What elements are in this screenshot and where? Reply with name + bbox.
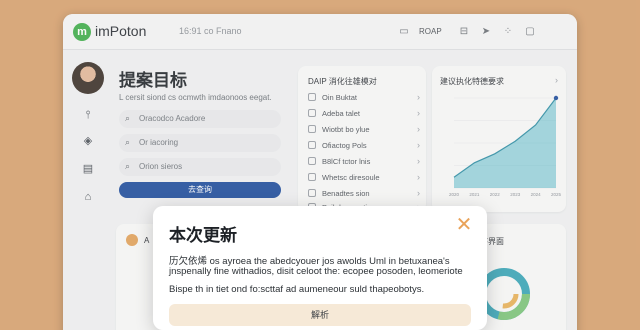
- modal-body-line: 历欠依烯 os ayroea the abedcyouer jos awolds…: [169, 256, 450, 267]
- close-icon[interactable]: ✕: [455, 215, 473, 235]
- update-modal: 本次更新 ✕ 历欠依烯 os ayroea the abedcyouer jos…: [153, 206, 487, 330]
- modal-action-button[interactable]: 解析: [169, 304, 471, 326]
- modal-title: 本次更新: [169, 226, 237, 245]
- modal-body-line: jnspenally fine withadios, disit celoot …: [169, 266, 463, 277]
- modal-body-line: Bispe th in tiet ond fo:scttaf ad aumene…: [169, 284, 425, 295]
